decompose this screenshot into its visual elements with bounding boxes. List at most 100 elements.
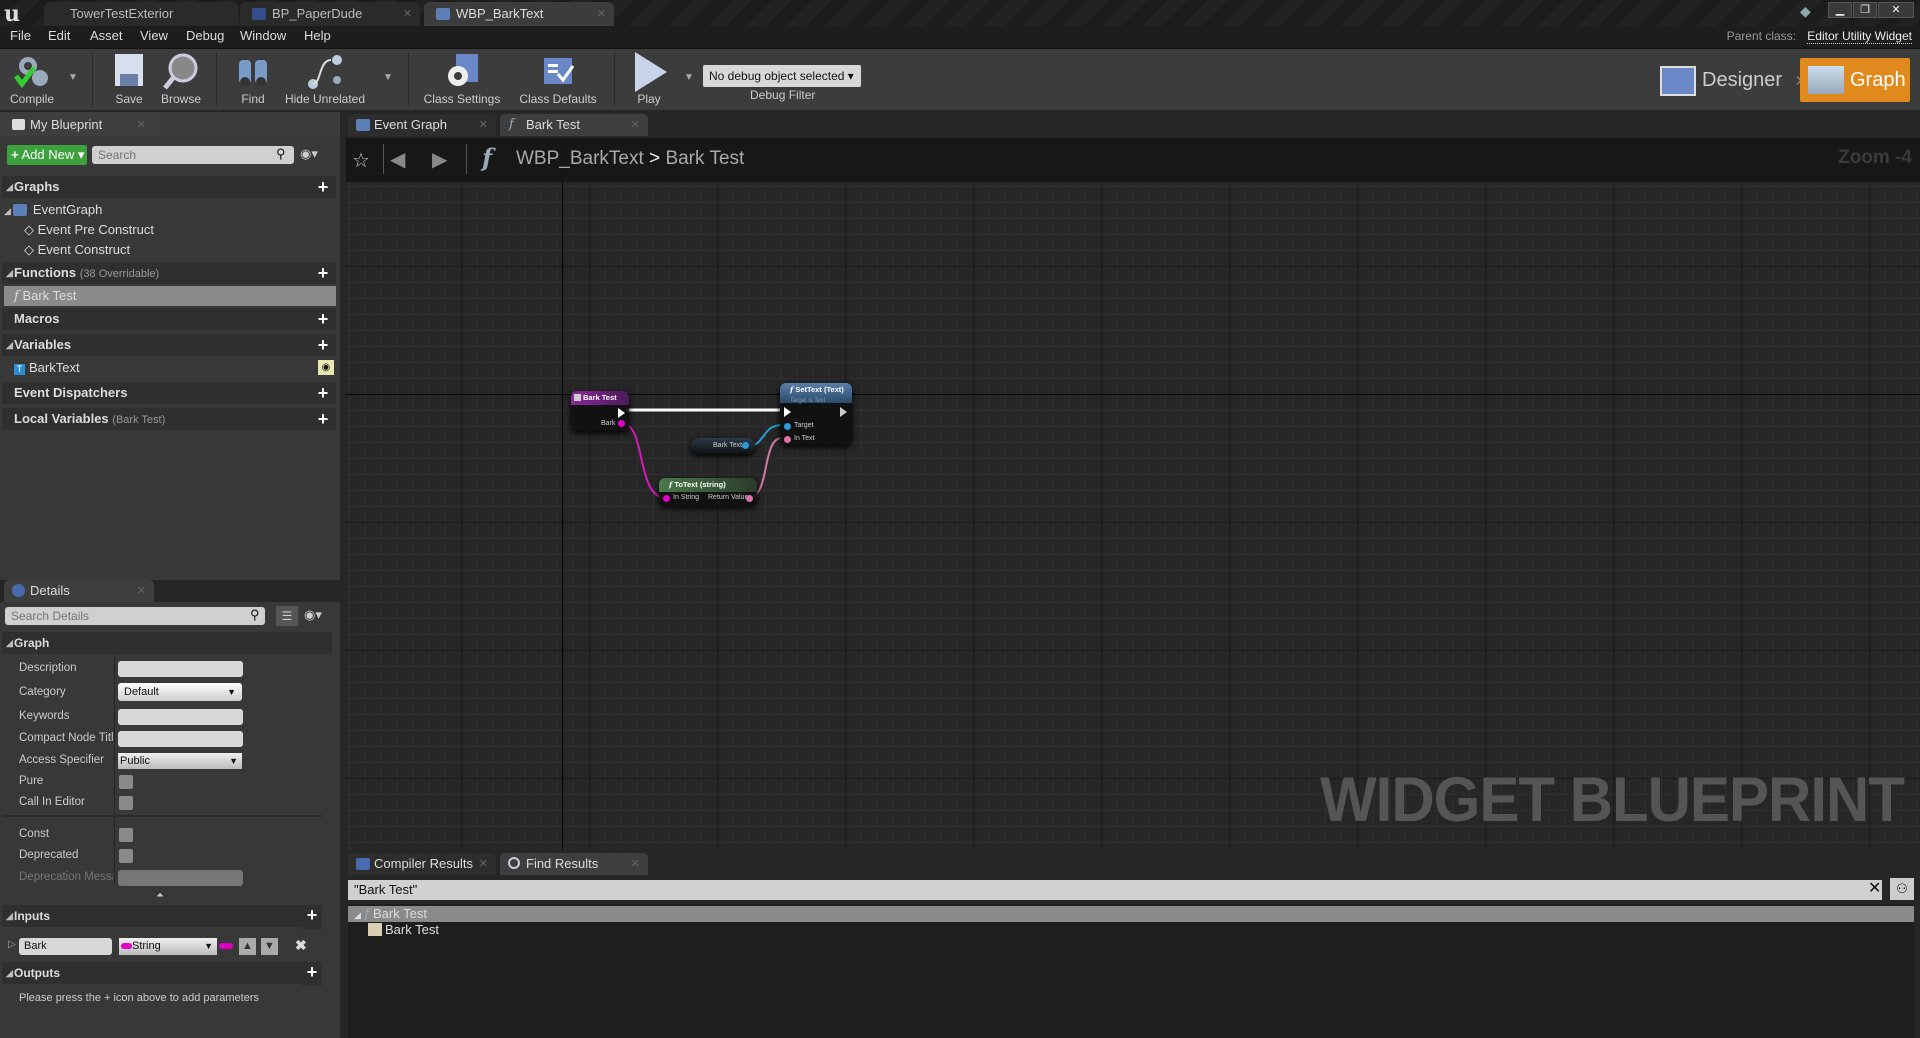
close-window-button[interactable]: ✕: [1878, 2, 1914, 18]
find-results-search-input[interactable]: "Bark Test": [348, 880, 1882, 900]
add-input-button[interactable]: +: [302, 905, 322, 929]
compile-options-caret[interactable]: ▼: [68, 72, 78, 83]
parent-class-link[interactable]: Editor Utility Widget: [1807, 29, 1912, 44]
category-dropdown[interactable]: Default ▼: [118, 683, 242, 701]
add-macro-button[interactable]: +: [314, 310, 332, 328]
debug-object-select[interactable]: No debug object selected ▾: [703, 65, 861, 87]
node-settext[interactable]: f SetText (Text) Target is Text Target I…: [780, 383, 852, 445]
graph-tab-event-graph[interactable]: Event Graph ✕: [348, 114, 496, 136]
find-in-all-blueprints-binoculars-icon[interactable]: ⚇: [1890, 878, 1914, 900]
intext-pin[interactable]: [784, 436, 791, 443]
clear-search-icon[interactable]: ✕: [1868, 878, 1881, 898]
input-param-type-dropdown[interactable]: String ▼: [119, 938, 217, 955]
tree-item-bark-test-function[interactable]: f Bark Test: [4, 286, 336, 306]
instring-pin[interactable]: [663, 495, 670, 502]
container-type-pill-icon[interactable]: [219, 943, 233, 949]
details-search-input[interactable]: [5, 607, 265, 625]
section-event-dispatchers[interactable]: Event Dispatchers +: [2, 382, 336, 404]
target-pin[interactable]: [784, 423, 791, 430]
add-function-button[interactable]: +: [314, 264, 332, 282]
add-event-dispatcher-button[interactable]: +: [314, 384, 332, 402]
close-tab-icon[interactable]: ✕: [631, 853, 640, 875]
add-output-button[interactable]: +: [302, 962, 322, 986]
hide-unrelated-button[interactable]: Hide Unrelated: [284, 52, 366, 106]
visibility-eye-icon[interactable]: ◉: [318, 360, 334, 375]
close-tab-icon[interactable]: ✕: [137, 580, 146, 602]
bark-pin[interactable]: [618, 420, 625, 427]
add-graph-button[interactable]: +: [314, 178, 332, 196]
designer-mode-button[interactable]: Designer ›: [1660, 58, 1802, 102]
add-local-variable-button[interactable]: +: [314, 410, 332, 428]
returnvalue-pin[interactable]: [746, 495, 753, 502]
node-function-entry[interactable]: Bark Test Bark: [571, 391, 629, 431]
tab-compiler-results[interactable]: Compiler Results ✕: [348, 853, 496, 875]
tree-item-event-construct[interactable]: ◇ Event Construct: [24, 240, 334, 260]
call-in-editor-checkbox[interactable]: [119, 796, 133, 810]
my-blueprint-search-input[interactable]: [92, 146, 294, 164]
section-functions[interactable]: ◢ Functions (38 Overridable) +: [2, 262, 336, 284]
result-row[interactable]: Bark Test: [368, 922, 1914, 938]
tab-find-results[interactable]: Find Results ✕: [500, 853, 648, 875]
barktext-pin[interactable]: [742, 442, 749, 449]
expand-param-triangle-icon[interactable]: ▷: [8, 939, 16, 950]
details-section-inputs[interactable]: ◢ Inputs: [2, 905, 302, 927]
const-checkbox[interactable]: [119, 828, 133, 842]
menu-edit[interactable]: Edit: [48, 28, 70, 43]
hide-unrelated-caret[interactable]: ▼: [383, 72, 393, 83]
view-options-eye-icon[interactable]: ◉▾: [300, 146, 318, 162]
description-input[interactable]: [118, 661, 243, 677]
class-defaults-button[interactable]: Class Defaults: [516, 52, 600, 106]
menu-file[interactable]: File: [10, 28, 31, 43]
details-section-graph[interactable]: ◢ Graph: [2, 632, 332, 654]
node-totext[interactable]: f ToText (string) In String Return Value: [659, 478, 757, 506]
tree-item-eventgraph[interactable]: ◢ EventGraph: [4, 200, 334, 220]
close-tab-icon[interactable]: ✕: [479, 853, 488, 875]
class-settings-button[interactable]: Class Settings: [420, 52, 504, 106]
result-row[interactable]: ◢ f Bark Test: [348, 906, 1914, 922]
play-button[interactable]: Play: [624, 52, 674, 106]
move-param-up-button[interactable]: ▲: [239, 938, 256, 955]
menu-view[interactable]: View: [140, 28, 168, 43]
source-control-icon[interactable]: ◆: [1800, 3, 1811, 20]
pure-checkbox[interactable]: [119, 775, 133, 789]
details-tab[interactable]: Details ✕: [4, 580, 154, 602]
close-tab-icon[interactable]: ✕: [137, 114, 146, 136]
view-options-eye-icon[interactable]: ◉▾: [304, 607, 322, 623]
graph-mode-button[interactable]: Graph: [1800, 58, 1910, 102]
collapse-advanced-arrow-icon[interactable]: ⏶: [156, 890, 164, 901]
remove-param-button[interactable]: ✖: [295, 937, 307, 954]
close-tab-icon[interactable]: ✕: [479, 114, 488, 136]
close-tab-icon[interactable]: ✕: [597, 2, 606, 26]
menu-window[interactable]: Window: [240, 28, 286, 43]
close-tab-icon[interactable]: ✕: [631, 114, 640, 136]
access-specifier-dropdown[interactable]: Public ▼: [118, 753, 242, 769]
my-blueprint-tab[interactable]: My Blueprint ✕: [4, 114, 154, 136]
doc-tab-towertestexterior[interactable]: TowerTestExterior: [44, 2, 239, 26]
find-button[interactable]: Find: [228, 52, 278, 106]
menu-help[interactable]: Help: [304, 28, 331, 43]
details-section-outputs[interactable]: ◢ Outputs: [2, 962, 302, 984]
section-local-variables[interactable]: Local Variables (Bark Test) +: [2, 408, 336, 430]
browse-button[interactable]: Browse: [156, 52, 206, 106]
exec-out-pin[interactable]: [618, 408, 625, 418]
property-matrix-button[interactable]: ☰: [276, 606, 298, 626]
exec-in-pin[interactable]: [784, 407, 791, 417]
compile-button[interactable]: Compile: [4, 52, 60, 106]
section-graphs[interactable]: ◢ Graphs +: [2, 176, 336, 198]
play-options-caret[interactable]: ▼: [684, 72, 694, 83]
add-variable-button[interactable]: +: [314, 336, 332, 354]
close-tab-icon[interactable]: ✕: [403, 2, 412, 26]
move-param-down-button[interactable]: ▼: [261, 938, 278, 955]
add-new-button[interactable]: + Add New ▾: [7, 145, 87, 165]
node-get-barktext[interactable]: Bark Text: [691, 438, 755, 454]
minimize-button[interactable]: ▁: [1828, 2, 1852, 18]
graph-tab-bark-test[interactable]: f Bark Test ✕: [500, 114, 648, 136]
menu-debug[interactable]: Debug: [186, 28, 224, 43]
keywords-input[interactable]: [118, 709, 243, 725]
doc-tab-wbp-barktext[interactable]: WBP_BarkText ✕: [424, 2, 614, 26]
compact-node-title-input[interactable]: [118, 731, 243, 747]
tree-item-barktext-variable[interactable]: T BarkText ◉: [4, 358, 336, 378]
tree-item-event-pre-construct[interactable]: ◇ Event Pre Construct: [24, 220, 334, 240]
section-variables[interactable]: ◢ Variables +: [2, 334, 336, 356]
section-macros[interactable]: Macros +: [2, 308, 336, 330]
